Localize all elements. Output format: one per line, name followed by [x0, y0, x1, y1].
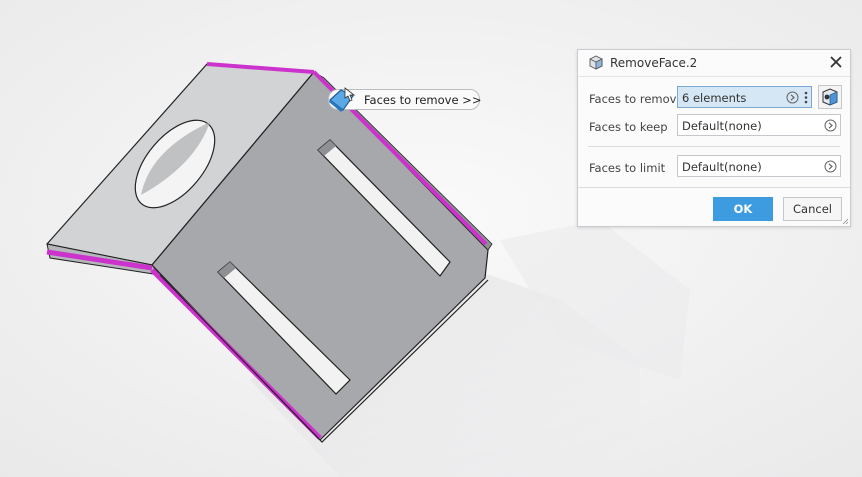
select-faces-button[interactable]: [818, 85, 842, 109]
tooltip-label: Faces to remove >>: [364, 93, 482, 107]
dialog-divider: [588, 146, 840, 147]
select-faces-icon: [822, 88, 838, 106]
ok-button[interactable]: OK: [713, 197, 773, 221]
faces-to-limit-value: Default(none): [682, 160, 762, 174]
face-selection-icon: [329, 87, 356, 112]
dialog-titlebar[interactable]: RemoveFace.2: [578, 50, 850, 77]
faces-to-keep-value: Default(none): [682, 119, 762, 133]
dialog-footer-divider: [578, 187, 850, 188]
faces-to-remove-label: Faces to remove: [589, 92, 684, 106]
faces-to-keep-field[interactable]: Default(none): [677, 114, 841, 136]
cancel-button[interactable]: Cancel: [783, 197, 842, 221]
selection-tooltip: Faces to remove >>: [328, 87, 482, 112]
faces-to-remove-field[interactable]: 6 elements: [677, 86, 812, 108]
remove-face-dialog: RemoveFace.2 Faces to remove 6 elements …: [577, 49, 851, 227]
dialog-title: RemoveFace.2: [610, 56, 698, 70]
faces-to-keep-label: Faces to keep: [589, 120, 668, 134]
faces-to-limit-label: Faces to limit: [589, 161, 666, 175]
resize-grip-icon[interactable]: [842, 218, 849, 225]
remove-face-icon: [589, 55, 603, 70]
more-options-icon[interactable]: [803, 90, 809, 105]
arrow-circle-icon[interactable]: [824, 160, 837, 173]
faces-to-remove-value: 6 elements: [682, 91, 747, 105]
arrow-circle-icon[interactable]: [786, 91, 799, 104]
close-icon[interactable]: [828, 54, 844, 70]
faces-to-limit-field[interactable]: Default(none): [677, 155, 841, 177]
arrow-circle-icon[interactable]: [824, 119, 837, 132]
